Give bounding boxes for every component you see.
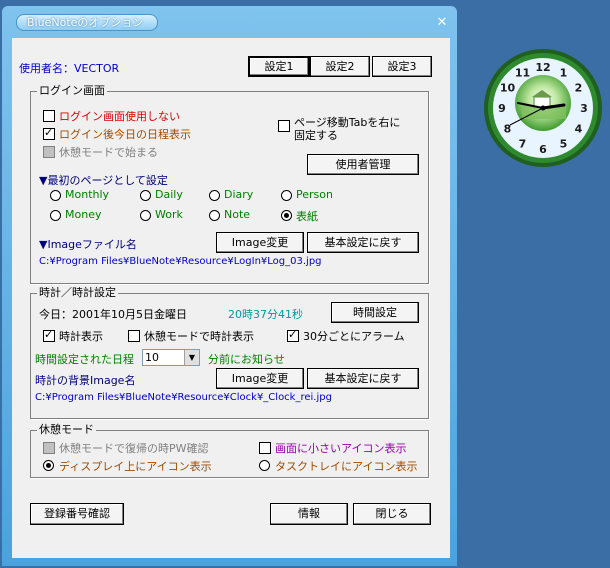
radio-dot [284, 213, 289, 218]
page-person-radio[interactable] [281, 190, 292, 201]
clock-numeral: 2 [575, 82, 583, 95]
login-image-path: C:¥Program Files¥BlueNote¥Resource¥LogIn… [39, 256, 322, 267]
start-rest-mode-label: 休憩モードで始まる [59, 146, 158, 159]
register-number-button[interactable]: 登録番号確認 [30, 503, 124, 525]
page-cover-radio[interactable] [281, 210, 292, 221]
today-label: 今日：2001年10月5日金曜日 [39, 308, 187, 321]
clock-group: 時計／時計設定 今日：2001年10月5日金曜日 20時37分41秒 時間設定 … [30, 287, 429, 419]
clock-image-change-button[interactable]: Image変更 [216, 368, 304, 389]
login-restore-default-button[interactable]: 基本設定に戻す [307, 232, 419, 253]
clock-bg-label: 時計の背景Image名 [35, 374, 136, 387]
tray-icon-label: タスクトレイにアイコン表示 [275, 460, 418, 473]
show-clock-checkbox[interactable]: ✓ [43, 328, 55, 342]
user-name-label: 使用者名：VECTOR [19, 62, 120, 75]
page-monthly-label: Monthly [65, 188, 110, 201]
options-window: BlueNoteのオプション ✕ 使用者名：VECTOR 設定1 設定2 設定3… [2, 6, 457, 566]
small-icon-label: 画面に小さいアイコン表示 [275, 442, 407, 455]
clock-face-icon: 12 1234567891011 [484, 49, 602, 167]
minutes-value: 10 [145, 351, 159, 364]
alarm-30-label: 30分ごとにアラーム [303, 330, 405, 343]
chevron-down-icon[interactable]: ▼ [184, 350, 199, 365]
check-icon: ✓ [44, 328, 54, 341]
clock-numeral: 6 [539, 143, 547, 156]
page-diary-label: Diary [224, 188, 254, 201]
page-work-label: Work [155, 208, 183, 221]
user-manage-button[interactable]: 使用者管理 [307, 154, 419, 175]
check-icon: ✓ [44, 126, 54, 139]
rest-mode-group: 休憩モード 休憩モードで復帰の時PW確認 画面に小さいアイコン表示 ディスプレイ… [30, 424, 429, 478]
rest-clock-checkbox[interactable] [128, 330, 140, 342]
radio-dot [46, 463, 51, 468]
time-setting-button[interactable]: 時間設定 [331, 302, 419, 323]
first-page-heading: ▼最初のページとして設定 [39, 174, 168, 187]
page-note-label: Note [224, 208, 251, 221]
show-schedule-label: ログイン後今日の日程表示 [59, 128, 191, 141]
page-daily-label: Daily [155, 188, 183, 201]
clock-numeral: 5 [560, 138, 568, 151]
clock-widget[interactable]: 12 1 2 3 4 5 6 7 8 9 10 11 [482, 47, 604, 169]
clock-group-label: 時計／時計設定 [37, 286, 118, 299]
page-note-radio[interactable] [209, 210, 220, 221]
rest-mode-group-label: 休憩モード [37, 423, 96, 436]
clock-numeral: 11 [515, 67, 530, 80]
schedule-label: 時間設定された日程 [35, 353, 134, 366]
login-group-label: ログイン画面 [37, 84, 107, 97]
image-heading: ▼Imageファイル名 [39, 238, 137, 251]
clock-numeral: 7 [519, 138, 527, 151]
clock-numeral: 10 [500, 82, 516, 95]
settings-2-button[interactable]: 設定2 [310, 56, 370, 77]
no-login-screen-label: ログイン画面使用しない [59, 110, 180, 123]
page-money-radio[interactable] [50, 210, 61, 221]
current-time-label: 20時37分41秒 [228, 308, 303, 321]
page-work-radio[interactable] [140, 210, 151, 221]
window-title: BlueNoteのオプション [16, 14, 158, 31]
close-button[interactable]: 閉じる [353, 503, 431, 525]
minutes-select[interactable]: 10 ▼ [142, 349, 200, 366]
title-bar[interactable]: BlueNoteのオプション ✕ [2, 6, 457, 32]
page-diary-radio[interactable] [209, 190, 220, 201]
clock-numeral: 12 [535, 61, 550, 74]
clock-numeral: 1 [560, 67, 568, 80]
small-icon-checkbox[interactable] [259, 442, 271, 454]
clock-restore-default-button[interactable]: 基本設定に戻す [307, 368, 419, 389]
display-icon-label: ディスプレイ上にアイコン表示 [59, 460, 212, 473]
page-tab-right-checkbox[interactable] [278, 120, 290, 132]
page-monthly-radio[interactable] [50, 190, 61, 201]
page-cover-label: 表紙 [296, 210, 318, 223]
login-image-change-button[interactable]: Image変更 [216, 232, 304, 253]
show-schedule-checkbox[interactable]: ✓ [43, 126, 55, 140]
settings-1-button[interactable]: 設定1 [248, 56, 310, 77]
minutes-after-label: 分前にお知らせ [208, 353, 285, 366]
no-login-screen-checkbox[interactable] [43, 110, 55, 122]
clock-numeral: 4 [575, 123, 583, 136]
page-money-label: Money [65, 208, 102, 221]
info-button[interactable]: 情報 [270, 503, 348, 525]
check-icon: ✓ [288, 328, 298, 341]
clock-numeral: 3 [580, 102, 588, 115]
close-icon[interactable]: ✕ [435, 16, 449, 30]
page-person-label: Person [296, 188, 333, 201]
tray-icon-radio[interactable] [259, 460, 270, 471]
page-daily-radio[interactable] [140, 190, 151, 201]
settings-3-button[interactable]: 設定3 [372, 56, 432, 77]
dialog-body: 使用者名：VECTOR 設定1 設定2 設定3 ログイン画面 ログイン画面使用し… [12, 38, 450, 558]
login-group: ログイン画面 ログイン画面使用しない ✓ ログイン後今日の日程表示 休憩モードで… [30, 85, 429, 284]
page-tab-right-label-2: 固定する [294, 129, 338, 142]
display-icon-radio[interactable] [43, 460, 54, 471]
clock-image-path: C:¥Program Files¥BlueNote¥Resource¥Clock… [35, 392, 332, 403]
rest-clock-label: 休憩モードで時計表示 [144, 330, 254, 343]
clock-numeral: 9 [498, 102, 506, 115]
show-clock-label: 時計表示 [59, 330, 103, 343]
start-rest-mode-checkbox [43, 146, 55, 158]
alarm-30-checkbox[interactable]: ✓ [287, 328, 299, 342]
pw-confirm-label: 休憩モードで復帰の時PW確認 [59, 442, 209, 455]
pw-confirm-checkbox [43, 442, 55, 454]
